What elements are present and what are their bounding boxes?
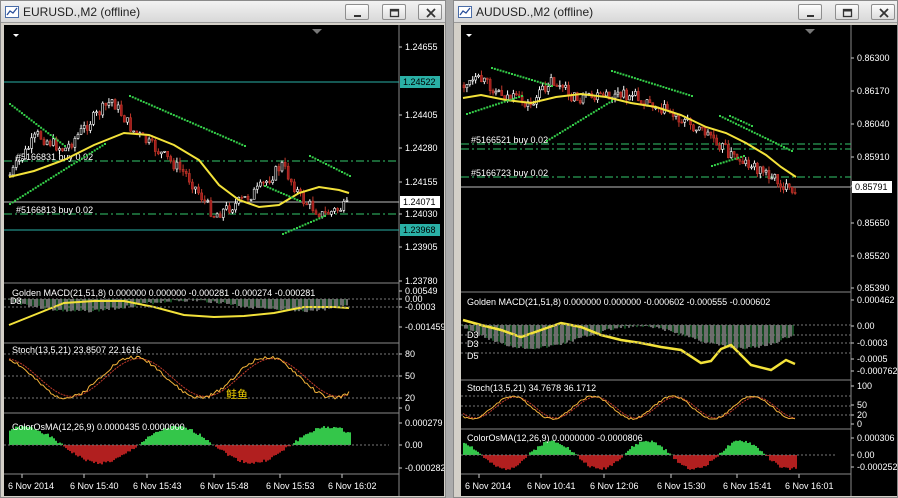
eurusd-price-scale: 1.24655 1.24405 1.24280 1.24155 1.24030 1.239… bbox=[399, 42, 444, 473]
time-axis-label: 6 Nov 2014 bbox=[8, 481, 54, 491]
macd-level-label: D3 bbox=[10, 296, 22, 306]
price-scale-label: 1.24155 bbox=[405, 177, 438, 187]
price-scale-label: 1.23780 bbox=[405, 276, 438, 286]
price-scale-label: 0.00 bbox=[405, 440, 423, 450]
audusd-chart-window[interactable]: AUDUSD.,M2 (offline) #5166521 buy 0.02 #… bbox=[453, 0, 898, 498]
audusd-window-title: AUDUSD.,M2 (offline) bbox=[476, 5, 594, 19]
minimize-button[interactable] bbox=[345, 4, 369, 20]
price-scale-label: 0.000279 bbox=[405, 418, 443, 428]
eurusd-stoch-lines bbox=[4, 353, 399, 400]
order-label-1: #5166831 buy 0.02 bbox=[16, 152, 93, 162]
price-scale-label: 0.86170 bbox=[857, 86, 890, 96]
stoch-indicator-label: Stoch(13,5,21) 34.7678 36.1712 bbox=[467, 383, 596, 393]
price-scale-label: -0.0003 bbox=[405, 302, 436, 312]
price-scale-label: 0.000462 bbox=[857, 295, 895, 305]
maximize-button[interactable] bbox=[835, 4, 859, 20]
chart-shift-marker-icon[interactable] bbox=[805, 29, 815, 34]
eurusd-macd-histogram bbox=[4, 298, 399, 326]
macd-level-label: D5 bbox=[467, 351, 479, 361]
time-axis-label: 6 Nov 16:01 bbox=[785, 481, 834, 491]
macd-level-label: D3 bbox=[467, 339, 479, 349]
price-scale-label: 50 bbox=[405, 371, 415, 381]
price-scale-label: 0 bbox=[405, 403, 410, 413]
maximize-button[interactable] bbox=[382, 4, 406, 20]
price-scale-label: 1.23905 bbox=[405, 242, 438, 252]
eurusd-chart-area[interactable]: #5166831 buy 0.02 #5166813 buy 0.02 Gold… bbox=[4, 25, 444, 496]
time-axis-label: 6 Nov 15:40 bbox=[70, 481, 119, 491]
price-scale-label: -0.0003 bbox=[857, 338, 888, 348]
price-scale-label: 1.24030 bbox=[405, 209, 438, 219]
close-button[interactable] bbox=[871, 4, 895, 20]
price-scale-label: 100 bbox=[857, 381, 872, 391]
chart-menu-triangle-icon[interactable] bbox=[13, 34, 19, 37]
stoch-indicator-label: Stoch(13,5,21) 23.8507 22.1616 bbox=[12, 345, 141, 355]
audusd-osma-histogram bbox=[461, 440, 835, 471]
close-button[interactable] bbox=[418, 4, 442, 20]
order-label-2: #5166723 buy 0.02 bbox=[471, 168, 548, 178]
macd-indicator-label: Golden MACD(21,51,8) 0.000000 0.000000 -… bbox=[12, 288, 315, 298]
price-tag-label: 1.24522 bbox=[403, 77, 436, 87]
osma-indicator-label: ColorOsMA(12,26,9) 0.0000435 0.0000000 bbox=[12, 422, 185, 432]
eurusd-time-axis: 6 Nov 2014 6 Nov 15:40 6 Nov 15:43 6 Nov 15… bbox=[8, 474, 377, 491]
eurusd-title-bar[interactable]: EURUSD.,M2 (offline) bbox=[1, 1, 445, 23]
audusd-title-bar[interactable]: AUDUSD.,M2 (offline) bbox=[454, 1, 897, 23]
chart-overlay-text: 鲑鱼 bbox=[226, 387, 248, 401]
price-tag-label: 1.24071 bbox=[403, 197, 436, 207]
minimize-button[interactable] bbox=[798, 4, 822, 20]
price-scale-label: 1.24280 bbox=[405, 143, 438, 153]
eurusd-ma-line bbox=[8, 131, 350, 209]
price-scale-label: 0.000306 bbox=[857, 433, 895, 443]
price-scale-label: -0.000282 bbox=[405, 463, 444, 473]
price-scale-label: 0.86300 bbox=[857, 53, 890, 63]
time-axis-label: 6 Nov 16:02 bbox=[328, 481, 377, 491]
audusd-price-scale: 0.86300 0.86170 0.86040 0.85910 0.85791 0.856… bbox=[851, 53, 897, 472]
time-axis-label: 6 Nov 2014 bbox=[465, 481, 511, 491]
eurusd-window-title: EURUSD.,M2 (offline) bbox=[23, 5, 141, 19]
macd-indicator-label: Golden MACD(21,51,8) 0.000000 0.000000 -… bbox=[467, 297, 770, 307]
time-axis-label: 6 Nov 10:41 bbox=[527, 481, 576, 491]
price-scale-label: -0.000252 bbox=[857, 462, 897, 472]
price-scale-label: 0.86040 bbox=[857, 119, 890, 129]
time-axis-label: 6 Nov 15:53 bbox=[266, 481, 315, 491]
price-scale-label: 0.85390 bbox=[857, 283, 890, 293]
osma-indicator-label: ColorOsMA(12,26,9) 0.0000000 -0.0000806 bbox=[467, 433, 643, 443]
chart-shift-marker-icon[interactable] bbox=[312, 29, 322, 34]
time-axis-label: 6 Nov 12:06 bbox=[590, 481, 639, 491]
price-scale-label: -0.0005 bbox=[857, 354, 888, 364]
order-label-2: #5166813 buy 0.02 bbox=[16, 205, 93, 215]
price-scale-label: -0.001459 bbox=[405, 322, 444, 332]
price-scale-label: 20 bbox=[405, 393, 415, 403]
chart-menu-triangle-icon[interactable] bbox=[466, 34, 472, 37]
price-scale-label: 1.24655 bbox=[405, 42, 438, 52]
audusd-stoch-lines bbox=[461, 395, 851, 421]
price-tag-label: 0.85791 bbox=[855, 182, 888, 192]
audusd-time-axis: 6 Nov 2014 6 Nov 10:41 6 Nov 12:06 6 Nov 15… bbox=[465, 474, 834, 491]
price-tag-label: 1.23968 bbox=[403, 225, 436, 235]
audusd-macd-histogram bbox=[461, 318, 851, 372]
audusd-chart-svg[interactable]: #5166521 buy 0.02 #5166723 buy 0.02 Gold… bbox=[461, 25, 897, 496]
eurusd-chart-window[interactable]: EURUSD.,M2 (offline) #5166831 buy 0.02 #… bbox=[0, 0, 446, 498]
time-axis-label: 6 Nov 15:43 bbox=[133, 481, 182, 491]
price-scale-label: -0.000762 bbox=[857, 366, 897, 376]
time-axis-label: 6 Nov 15:48 bbox=[200, 481, 249, 491]
price-scale-label: 1.24405 bbox=[405, 110, 438, 120]
audusd-trend-dots bbox=[466, 67, 793, 167]
order-label-1: #5166521 buy 0.02 bbox=[471, 135, 548, 145]
price-scale-label: 50 bbox=[857, 400, 867, 410]
eurusd-chart-svg[interactable]: #5166831 buy 0.02 #5166813 buy 0.02 Gold… bbox=[4, 25, 444, 496]
price-scale-label: 0.85650 bbox=[857, 218, 890, 228]
time-axis-label: 6 Nov 15:30 bbox=[657, 481, 706, 491]
price-scale-label: 0.85910 bbox=[857, 152, 890, 162]
chart-window-icon bbox=[5, 6, 19, 18]
chart-window-icon bbox=[458, 6, 472, 18]
price-scale-label: 0 bbox=[857, 419, 862, 429]
audusd-chart-area[interactable]: #5166521 buy 0.02 #5166723 buy 0.02 Gold… bbox=[461, 25, 897, 496]
price-scale-label: 0.00 bbox=[857, 450, 875, 460]
price-scale-label: 0.85520 bbox=[857, 251, 890, 261]
price-scale-label: 0.00 bbox=[857, 321, 875, 331]
price-scale-label: 80 bbox=[405, 349, 415, 359]
time-axis-label: 6 Nov 15:41 bbox=[723, 481, 772, 491]
